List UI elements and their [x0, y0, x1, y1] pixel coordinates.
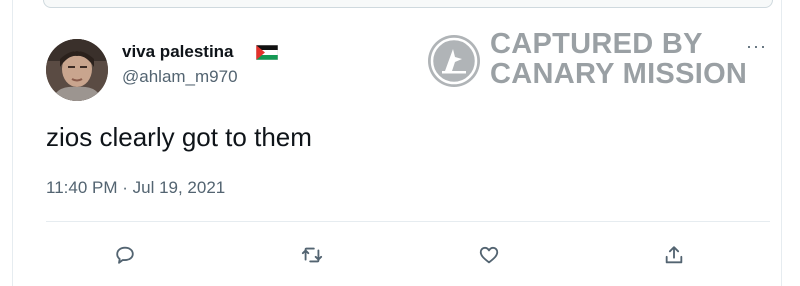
tweet-text: zios clearly got to them — [46, 122, 312, 152]
watermark-line1: CAPTURED BY — [490, 28, 703, 60]
action-divider — [46, 221, 770, 222]
retweet-button[interactable] — [297, 240, 327, 270]
watermark-line2: CANARY MISSION — [490, 58, 748, 90]
avatar[interactable] — [46, 39, 108, 101]
more-options-button[interactable]: ··· — [746, 36, 772, 56]
user-handle[interactable]: @ahlam_m970 — [122, 67, 238, 87]
reply-button[interactable] — [110, 240, 140, 270]
watermark-text: CAPTURED BY CANARY MISSION — [490, 29, 747, 89]
reply-icon — [116, 246, 134, 264]
heart-icon — [479, 246, 499, 264]
palestine-flag-icon — [256, 45, 278, 60]
avatar-image — [46, 39, 108, 101]
tweet-timestamp[interactable]: 11:40 PM · Jul 19, 2021 — [46, 178, 225, 198]
previous-embed-edge — [43, 0, 773, 8]
canary-mission-watermark: CAPTURED BY CANARY MISSION — [428, 29, 758, 93]
share-icon — [665, 246, 683, 264]
share-button[interactable] — [659, 240, 689, 270]
retweet-icon — [301, 247, 323, 263]
tweet-card: viva palestina @ahlam_m970 CAPTURED BY C… — [12, 0, 782, 286]
like-button[interactable] — [474, 240, 504, 270]
canary-logo-icon — [428, 35, 480, 87]
display-name[interactable]: viva palestina — [122, 42, 234, 62]
